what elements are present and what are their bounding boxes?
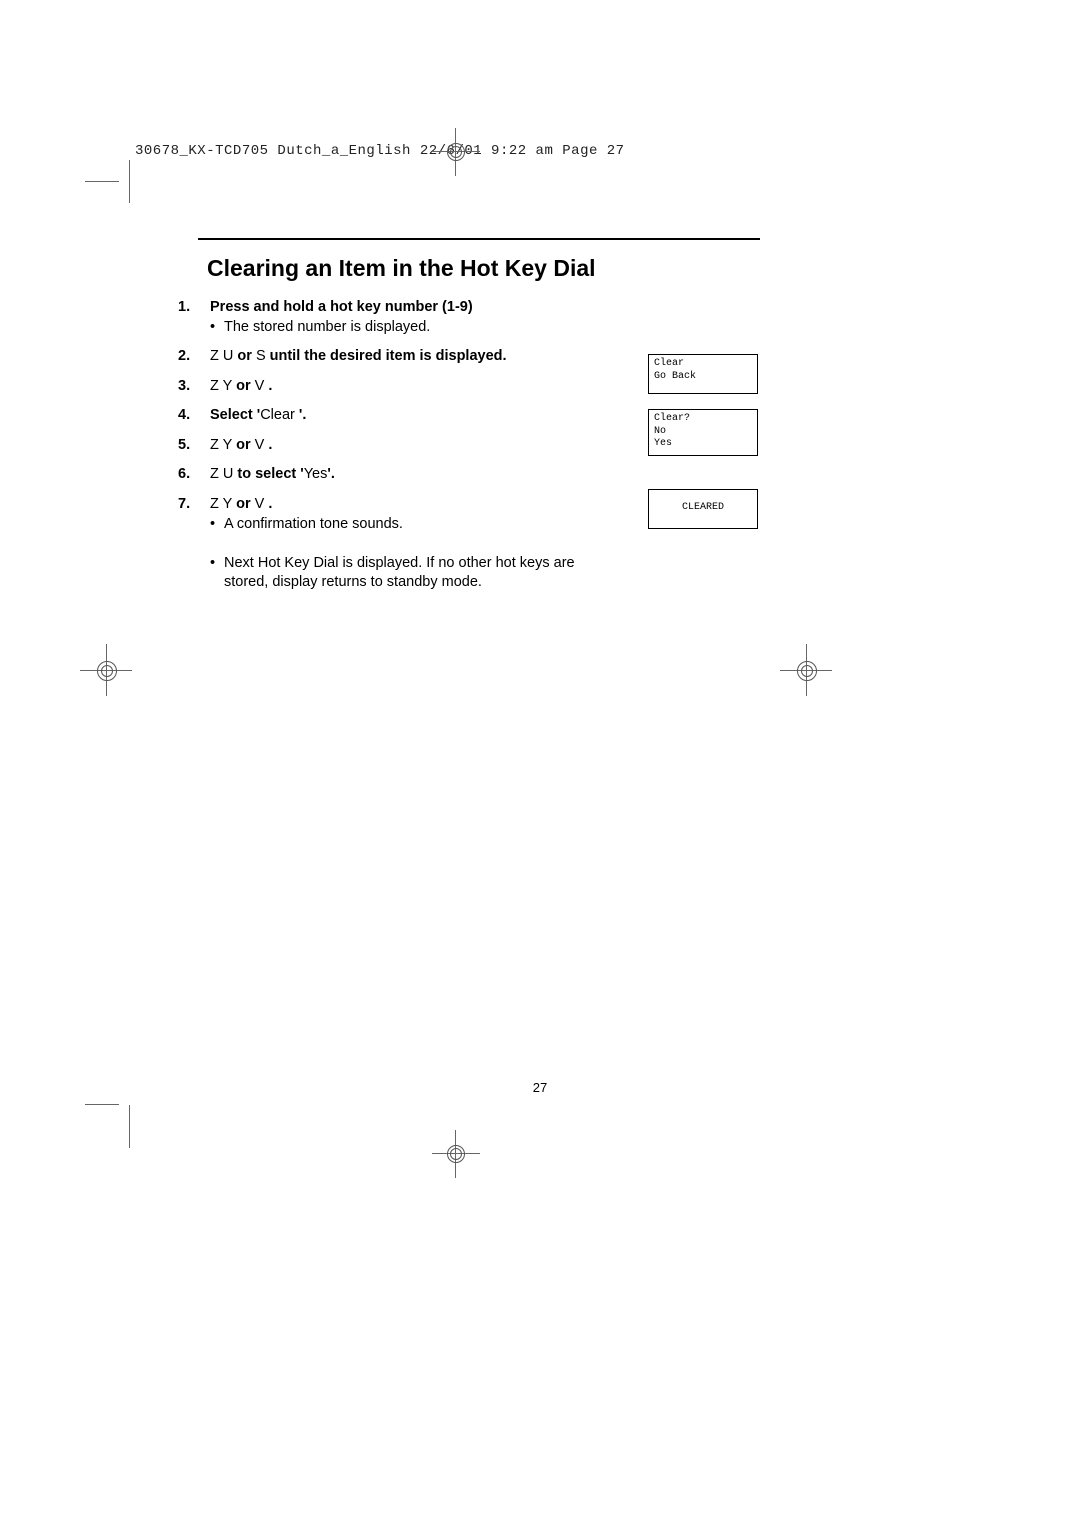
crop-mark xyxy=(85,1104,119,1105)
registration-mark-icon xyxy=(780,644,832,696)
page-number: 27 xyxy=(0,1080,1080,1095)
page: 30678_KX-TCD705 Dutch_a_English 22/6/01 … xyxy=(0,0,1080,1528)
registration-mark-icon xyxy=(80,644,132,696)
crop-mark xyxy=(85,181,119,182)
step-number: 5. xyxy=(178,436,190,456)
step-number: 7. xyxy=(178,495,190,515)
crop-mark xyxy=(129,160,130,203)
step-text: Z Y or V . xyxy=(210,378,272,394)
instruction-step: 6. Z U to select 'Yes'. xyxy=(178,465,598,485)
step-number: 2. xyxy=(178,347,190,367)
step-text: Z Y or V . xyxy=(210,437,272,453)
step-text: Press and hold a hot key number (1-9) xyxy=(210,299,473,315)
step-bullet: • Next Hot Key Dial is displayed. If no … xyxy=(210,554,598,593)
lcd-display: Clear? No Yes xyxy=(648,409,758,456)
instruction-step: 1. Press and hold a hot key number (1-9) •… xyxy=(178,298,598,337)
section-heading: Clearing an Item in the Hot Key Dial xyxy=(178,255,807,282)
step-number: 4. xyxy=(178,406,190,426)
registration-mark-icon xyxy=(432,128,480,176)
instruction-step: 3. Z Y or V . xyxy=(178,377,598,397)
step-text: Z U to select 'Yes'. xyxy=(210,466,335,482)
step-text: Z U or S until the desired item is displ… xyxy=(210,348,507,364)
step-number: 3. xyxy=(178,377,190,397)
step-text: Z Y or V . xyxy=(210,496,272,512)
step-number: 6. xyxy=(178,465,190,485)
section-rule xyxy=(198,238,760,240)
step-bullet: • A confirmation tone sounds. xyxy=(210,515,598,535)
instruction-list: 1. Press and hold a hot key number (1-9) •… xyxy=(178,298,598,603)
instruction-step: 7. Z Y or V . • A confirmation tone sounds… xyxy=(178,495,598,593)
step-text: Select 'Clear '. xyxy=(210,407,306,423)
instruction-step: 4. Select 'Clear '. xyxy=(178,406,598,426)
print-slug: 30678_KX-TCD705 Dutch_a_English 22/6/01 … xyxy=(135,143,625,159)
instruction-step: 2. Z U or S until the desired item is dis… xyxy=(178,347,598,367)
step-number: 1. xyxy=(178,298,190,318)
lcd-display: CLEARED xyxy=(648,489,758,529)
instruction-step: 5. Z Y or V . xyxy=(178,436,598,456)
step-bullet: • The stored number is displayed. xyxy=(210,318,598,338)
crop-mark xyxy=(129,1105,130,1148)
registration-mark-icon xyxy=(432,1130,480,1178)
lcd-display: Clear Go Back xyxy=(648,354,758,394)
